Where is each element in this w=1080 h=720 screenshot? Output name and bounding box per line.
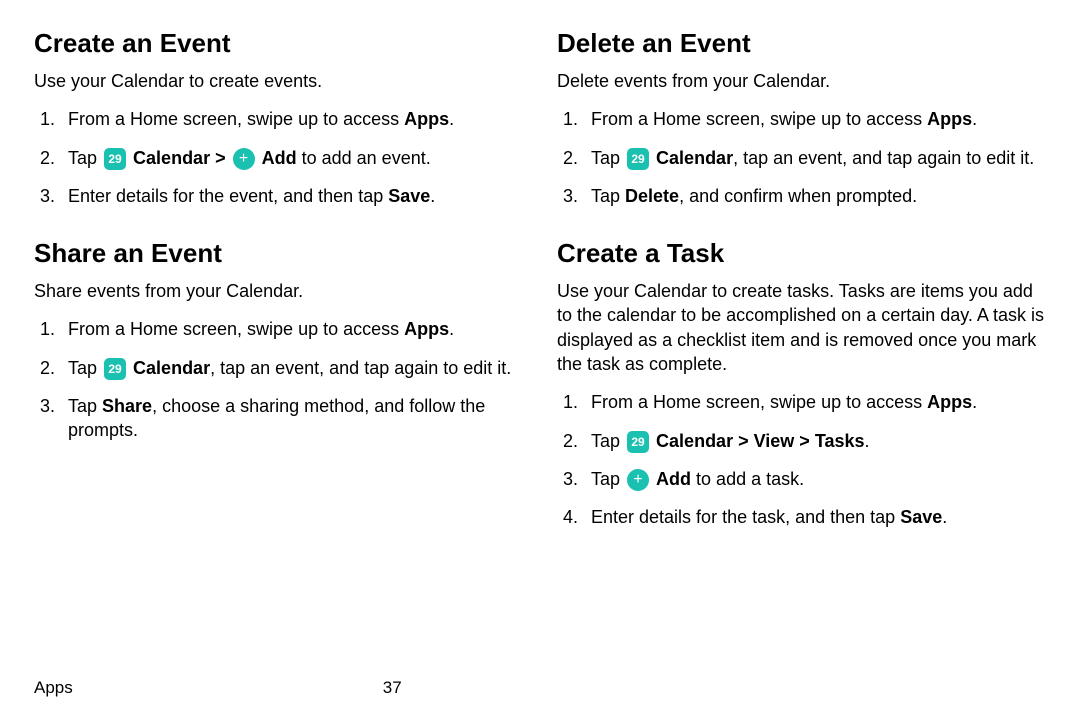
steps-list: From a Home screen, swipe up to access A… [34,107,523,208]
step-item: From a Home screen, swipe up to access A… [557,390,1046,414]
page-number: 37 [383,678,402,698]
step-item: Tap 29 Calendar > + Add to add an event. [34,146,523,170]
right-column: Delete an Event Delete events from your … [557,28,1046,560]
plus-icon: + [627,469,649,491]
step-item: From a Home screen, swipe up to access A… [34,317,523,341]
apps-label: Apps [927,109,972,129]
calendar-icon: 29 [104,148,126,170]
two-column-layout: Create an Event Use your Calendar to cre… [34,28,1046,560]
footer-section: Apps [34,678,73,698]
add-label: Add [656,469,691,489]
intro-text: Share events from your Calendar. [34,279,523,303]
share-event-section: Share an Event Share events from your Ca… [34,238,523,442]
step-item: Tap Delete, and confirm when prompted. [557,184,1046,208]
steps-list: From a Home screen, swipe up to access A… [557,107,1046,208]
apps-label: Apps [404,109,449,129]
calendar-label: Calendar [133,358,210,378]
heading-create-task: Create a Task [557,238,1046,269]
calendar-label: Calendar [133,148,210,168]
save-label: Save [388,186,430,206]
add-label: Add [262,148,297,168]
footer: Apps 37 [34,678,402,698]
intro-text: Use your Calendar to create events. [34,69,523,93]
save-label: Save [900,507,942,527]
calendar-icon: 29 [627,431,649,453]
steps-list: From a Home screen, swipe up to access A… [34,317,523,442]
calendar-label: Calendar [656,148,733,168]
create-task-section: Create a Task Use your Calendar to creat… [557,238,1046,529]
intro-text: Delete events from your Calendar. [557,69,1046,93]
view-label: View [754,431,795,451]
step-item: Enter details for the event, and then ta… [34,184,523,208]
create-event-section: Create an Event Use your Calendar to cre… [34,28,523,208]
step-item: Tap 29 Calendar > View > Tasks. [557,429,1046,453]
intro-text: Use your Calendar to create tasks. Tasks… [557,279,1046,376]
steps-list: From a Home screen, swipe up to access A… [557,390,1046,529]
step-item: From a Home screen, swipe up to access A… [557,107,1046,131]
delete-label: Delete [625,186,679,206]
calendar-label: Calendar [656,431,733,451]
apps-label: Apps [927,392,972,412]
tasks-label: Tasks [815,431,865,451]
heading-share-event: Share an Event [34,238,523,269]
step-item: Tap + Add to add a task. [557,467,1046,491]
step-item: Tap 29 Calendar, tap an event, and tap a… [34,356,523,380]
delete-event-section: Delete an Event Delete events from your … [557,28,1046,208]
calendar-icon: 29 [627,148,649,170]
heading-delete-event: Delete an Event [557,28,1046,59]
left-column: Create an Event Use your Calendar to cre… [34,28,523,560]
step-item: From a Home screen, swipe up to access A… [34,107,523,131]
step-item: Tap 29 Calendar, tap an event, and tap a… [557,146,1046,170]
plus-icon: + [233,148,255,170]
calendar-icon: 29 [104,358,126,380]
step-item: Tap Share, choose a sharing method, and … [34,394,523,443]
apps-label: Apps [404,319,449,339]
step-item: Enter details for the task, and then tap… [557,505,1046,529]
heading-create-event: Create an Event [34,28,523,59]
share-label: Share [102,396,152,416]
